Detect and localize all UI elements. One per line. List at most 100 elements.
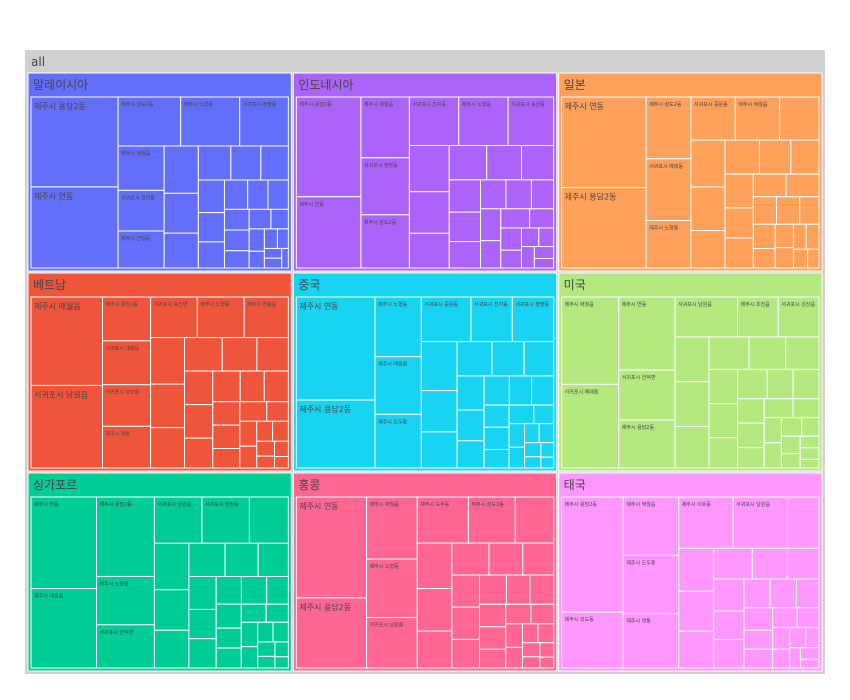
leaf-rect[interactable] [212,448,241,469]
leaf-rect[interactable] [408,232,450,269]
leaf-tile[interactable] [456,409,485,442]
leaf-tile[interactable] [483,448,510,469]
leaf-tile[interactable] [539,642,555,658]
leaf-rect[interactable] [295,296,376,401]
leaf-tile[interactable] [505,179,532,210]
leaf-rect[interactable] [752,223,776,250]
leaf-rect[interactable] [805,223,820,250]
leaf-rect[interactable] [505,179,532,210]
leaf-tile[interactable] [197,212,225,243]
leaf-rect[interactable] [420,390,458,433]
leaf-tile[interactable] [184,437,214,469]
leaf-rect[interactable] [713,578,745,612]
leaf-rect[interactable] [522,542,555,576]
leaf-rect[interactable] [240,646,259,669]
leaf-rect[interactable] [184,404,214,439]
leaf-rect[interactable] [724,207,754,239]
leaf-rect[interactable] [281,247,289,269]
leaf-rect[interactable] [743,607,774,631]
leaf-tile[interactable]: 서귀포시 안덕면 [618,369,676,421]
leaf-rect[interactable] [690,139,726,188]
leaf-tile[interactable] [480,208,502,242]
leaf-tile[interactable] [215,603,242,629]
leaf-tile[interactable] [267,179,289,210]
leaf-tile[interactable] [766,368,794,400]
leaf-tile[interactable] [690,186,726,232]
leaf-rect[interactable] [223,208,250,231]
leaf-tile[interactable] [500,249,522,269]
leaf-tile[interactable]: 제주시 조천읍 [737,296,779,338]
leaf-rect[interactable] [796,607,820,628]
leaf-rect[interactable] [150,427,186,469]
leaf-rect[interactable] [737,422,765,449]
leaf-tile[interactable]: 서귀포시 표선면 [150,296,198,339]
leaf-tile[interactable]: 서귀포시 중문동 [420,296,472,343]
leaf-tile[interactable] [224,542,259,577]
leaf-tile[interactable] [792,398,820,419]
leaf-tile[interactable]: 제주시 노형동 [96,575,155,626]
leaf-tile[interactable] [743,578,771,609]
leaf-tile[interactable] [533,246,555,259]
leaf-rect[interactable] [508,404,535,425]
leaf-rect[interactable] [163,145,199,194]
leaf-tile[interactable] [239,401,268,422]
leaf-tile[interactable] [772,607,798,628]
leaf-tile[interactable] [530,603,555,625]
leaf-tile[interactable] [505,603,532,625]
leaf-tile[interactable] [263,370,289,403]
leaf-tile[interactable] [789,647,801,669]
leaf-tile[interactable] [533,404,555,425]
leaf-rect[interactable] [408,191,450,234]
leaf-tile[interactable] [480,240,502,269]
leaf-rect[interactable] [531,375,555,406]
leaf-tile[interactable] [796,607,820,628]
leaf-tile[interactable] [540,456,555,469]
leaf-tile[interactable] [408,144,450,193]
leaf-tile[interactable] [263,257,283,269]
leaf-rect[interactable] [789,626,807,649]
leaf-rect[interactable] [763,398,794,419]
leaf-rect[interactable] [521,623,539,644]
leaf-rect[interactable] [416,542,453,590]
leaf-rect[interactable] [483,375,510,406]
leaf-tile[interactable] [153,589,190,631]
leaf-tile[interactable] [508,404,535,425]
leaf-tile[interactable]: 제주시 용담2동 [295,96,362,198]
leaf-rect[interactable] [256,420,274,442]
leaf-tile[interactable] [805,626,820,649]
leaf-tile[interactable] [248,208,272,230]
leaf-tile[interactable]: 서귀포시 남원읍 [153,496,203,544]
leaf-tile[interactable] [763,442,782,469]
leaf-rect[interactable] [524,423,540,444]
leaf-tile[interactable] [524,423,540,444]
leaf-tile[interactable] [772,626,791,650]
leaf-tile[interactable]: 제주시 용담2동 [30,96,119,188]
leaf-tile[interactable]: 제주시 용담2동 [96,496,155,577]
leaf-tile[interactable] [188,575,217,610]
leaf-tile[interactable] [799,447,820,460]
leaf-rect[interactable] [240,621,259,648]
leaf-rect[interactable] [153,542,190,591]
leaf-rect[interactable] [772,626,791,650]
leaf-tile[interactable] [799,647,820,660]
leaf-rect[interactable] [530,179,555,210]
leaf-rect[interactable] [674,381,710,427]
leaf-rect[interactable] [480,208,502,242]
leaf-tile[interactable] [724,237,754,269]
leaf-tile[interactable]: 제주시 건입동 [117,230,165,269]
leaf-tile[interactable] [780,453,801,469]
leaf-tile[interactable] [483,375,510,406]
leaf-rect[interactable] [416,588,453,632]
leaf-tile[interactable] [212,424,241,450]
leaf-tile[interactable] [678,630,715,669]
leaf-rect[interactable] [451,606,480,640]
leaf-tile[interactable] [540,442,555,458]
leaf-rect[interactable] [215,575,242,605]
leaf-tile[interactable] [215,627,242,649]
leaf-rect[interactable] [508,423,526,448]
leaf-tile[interactable] [524,442,542,458]
leaf-rect[interactable] [263,228,278,249]
leaf-tile[interactable] [724,139,760,175]
leaf-tile[interactable] [763,398,794,419]
leaf-rect[interactable] [708,336,750,370]
